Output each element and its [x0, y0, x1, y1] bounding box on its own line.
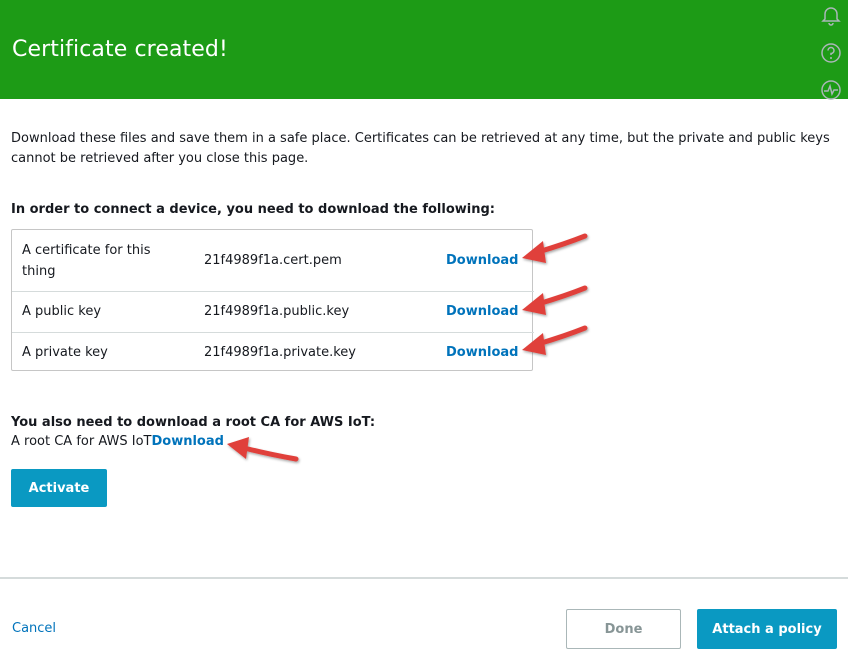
cancel-link[interactable]: Cancel — [12, 621, 56, 636]
download-public-key-link[interactable]: Download — [446, 301, 518, 322]
arrow-icon — [227, 437, 299, 462]
device-section-heading: In order to connect a device, you need t… — [11, 202, 495, 217]
file-description: A private key — [22, 345, 108, 360]
success-banner: Certificate created! — [0, 0, 848, 99]
download-root-ca-link[interactable]: Download — [151, 434, 223, 449]
root-ca-label: A root CA for AWS IoT — [11, 434, 152, 449]
table-row: A certificate for this thing 21f4989f1a.… — [12, 230, 534, 291]
root-ca-line: A root CA for AWS IoTDownload — [11, 434, 224, 449]
file-name: 21f4989f1a.cert.pem — [204, 253, 342, 268]
side-icon-rail — [812, 0, 848, 100]
root-ca-heading: You also need to download a root CA for … — [11, 415, 376, 430]
file-name: 21f4989f1a.public.key — [204, 304, 350, 319]
file-description: A certificate for this thing — [22, 243, 151, 279]
activity-icon[interactable] — [820, 79, 842, 105]
help-icon[interactable] — [820, 42, 842, 68]
intro-text: Download these files and save them in a … — [11, 131, 830, 166]
table-row: A private key 21f4989f1a.private.key Dow… — [12, 332, 534, 371]
table-row: A public key 21f4989f1a.public.key Downl… — [12, 291, 534, 332]
attach-policy-button[interactable]: Attach a policy — [697, 609, 837, 649]
bell-icon[interactable] — [820, 4, 842, 30]
footer-divider — [0, 577, 848, 579]
files-table: A certificate for this thing 21f4989f1a.… — [11, 229, 534, 371]
file-description: A public key — [22, 304, 102, 319]
activate-button[interactable]: Activate — [11, 469, 107, 507]
download-certificate-link[interactable]: Download — [446, 250, 518, 271]
download-private-key-link[interactable]: Download — [446, 342, 518, 363]
done-button[interactable]: Done — [566, 609, 681, 649]
file-name: 21f4989f1a.private.key — [204, 345, 357, 360]
banner-title: Certificate created! — [12, 37, 228, 62]
